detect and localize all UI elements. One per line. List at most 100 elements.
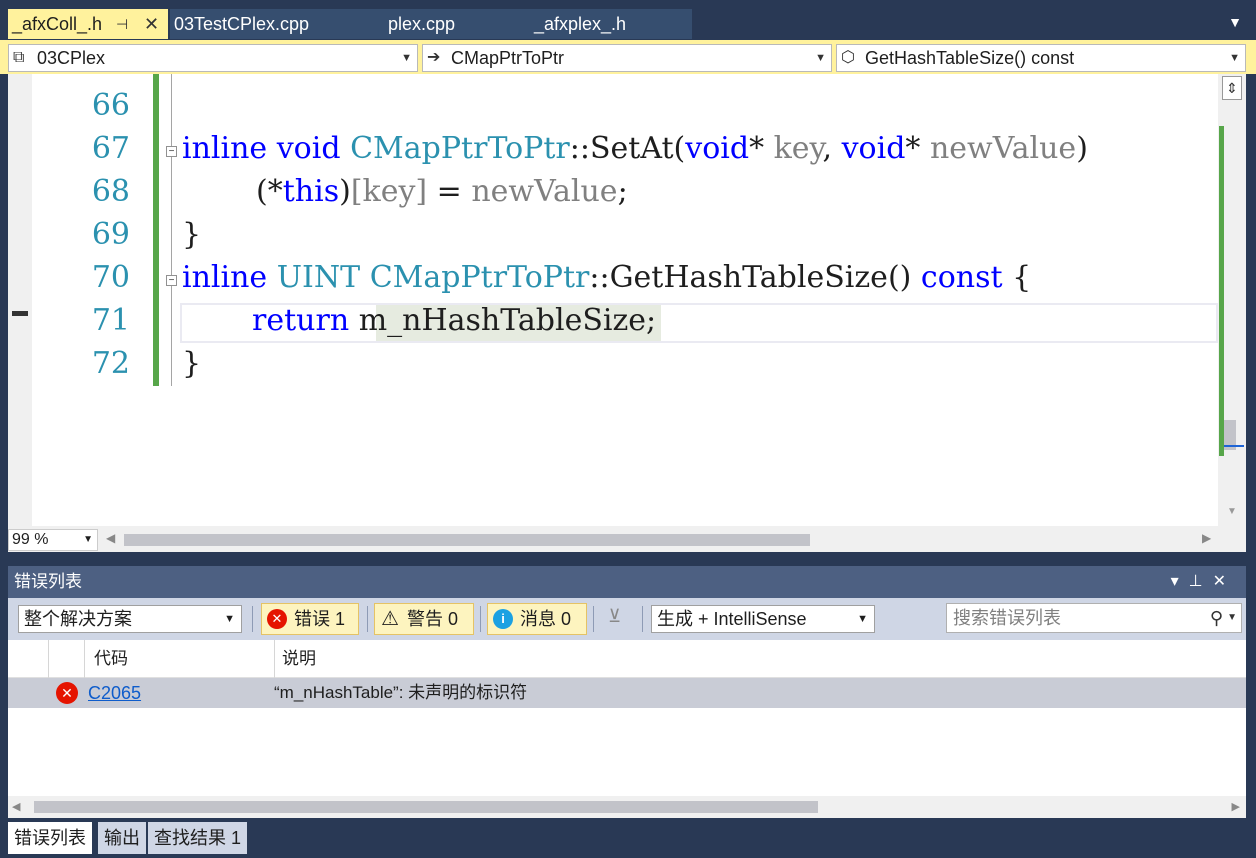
- error-code-link[interactable]: C2065: [88, 678, 141, 708]
- line-number: 67: [91, 131, 130, 166]
- tab-error-list[interactable]: 错误列表: [8, 822, 92, 854]
- code-line-67: inline void CMapPtrToPtr::SetAt(void* ke…: [182, 131, 1088, 166]
- error-list-grid: 代码 说明 ✕ C2065 “m_nHashTable”: 未声明的标识符: [8, 640, 1246, 796]
- zoom-dropdown[interactable]: 99 % ▼: [8, 529, 98, 551]
- horizontal-scroll-thumb[interactable]: [124, 534, 810, 546]
- grid-horizontal-scrollbar[interactable]: ◀ ▶: [8, 796, 1246, 818]
- operator: *: [905, 131, 921, 166]
- indicator-margin: [8, 74, 32, 526]
- punctuation: ;: [646, 303, 657, 338]
- tab-overflow-chevron-icon[interactable]: ▼: [1228, 14, 1242, 30]
- project-icon: ⧉: [13, 49, 25, 66]
- close-icon[interactable]: ✕: [144, 9, 159, 39]
- panel-title: 错误列表: [14, 572, 82, 591]
- horizontal-scroll-thumb[interactable]: [34, 801, 818, 813]
- keyword: void: [841, 131, 906, 166]
- keyword: void: [276, 131, 341, 166]
- tab-label: 03TestCPlex.cpp: [174, 14, 310, 34]
- search-input[interactable]: 搜索错误列表: [953, 608, 1061, 628]
- tool-window-tabs: 错误列表 输出 查找结果 1: [0, 818, 1256, 858]
- line-number: 72: [91, 346, 130, 381]
- class-name: CMapPtrToPtr: [369, 260, 590, 295]
- errors-filter-button[interactable]: ✕ 错误 1: [261, 603, 359, 635]
- column-divider[interactable]: [84, 640, 85, 678]
- function-name: ::SetAt(: [569, 131, 686, 166]
- chevron-down-icon[interactable]: ▼: [1227, 604, 1237, 632]
- split-icon[interactable]: ⇕: [1222, 76, 1242, 100]
- collapse-toggle-icon[interactable]: −: [166, 275, 177, 286]
- chevron-down-icon[interactable]: ▾: [1171, 573, 1189, 590]
- vertical-scrollbar[interactable]: ⇕ ▼: [1218, 74, 1246, 526]
- member-name: GetHashTableSize() const: [865, 48, 1075, 68]
- tab-find-results[interactable]: 查找结果 1: [148, 822, 248, 854]
- search-icon[interactable]: ⚲: [1210, 604, 1223, 632]
- messages-label: 消息 0: [520, 609, 572, 629]
- current-line-marker: [12, 311, 28, 316]
- column-header-code[interactable]: 代码: [94, 640, 128, 678]
- error-description: “m_nHashTable”: 未声明的标识符: [274, 683, 528, 702]
- parameter: [key]: [350, 174, 428, 209]
- panel-controls: ▾⊥✕: [1171, 566, 1236, 598]
- scroll-left-icon[interactable]: ◀: [106, 531, 115, 545]
- clear-filter-icon[interactable]: ⊻: [608, 606, 621, 627]
- punctuation: ,: [822, 131, 842, 166]
- code-editor[interactable]: 66 67 68 69 70 71 72 − − inline void CMa…: [8, 74, 1246, 552]
- tab-afxcoll-h[interactable]: _afxColl_.h ⊣ ✕: [8, 9, 168, 39]
- code-line-70: inline UINT CMapPtrToPtr::GetHashTableSi…: [182, 260, 1031, 295]
- line-number: 68: [91, 174, 130, 209]
- tab-afxplex-h[interactable]: _afxplex_.h: [520, 9, 692, 39]
- punctuation: (*: [256, 174, 283, 209]
- zoom-level: 99 %: [12, 531, 49, 548]
- type-name: UINT: [276, 260, 361, 295]
- collapse-toggle-icon[interactable]: −: [166, 146, 177, 157]
- navigation-bar: ⧉ 03CPlex ▼ ➔ CMapPtrToPtr ▼ ⬡ GetHashTa…: [0, 40, 1256, 74]
- tab-plex-cpp[interactable]: plex.cpp: [370, 9, 520, 39]
- scroll-right-icon[interactable]: ▶: [1232, 800, 1240, 813]
- column-header-description[interactable]: 说明: [282, 640, 316, 678]
- caret-position-marker: [1224, 445, 1244, 447]
- error-list-header: 错误列表 ▾⊥✕: [8, 566, 1246, 598]
- scroll-left-icon[interactable]: ◀: [12, 800, 20, 813]
- line-number: 66: [91, 88, 130, 123]
- tab-label: _afxplex_.h: [534, 14, 627, 34]
- column-divider[interactable]: [274, 640, 275, 678]
- scope-dropdown[interactable]: ➔ CMapPtrToPtr ▼: [422, 44, 832, 72]
- warnings-filter-button[interactable]: ⚠ 警告 0: [374, 603, 474, 635]
- pin-icon[interactable]: ⊣: [116, 9, 128, 39]
- scope-filter-dropdown[interactable]: 整个解决方案 ▼: [18, 605, 242, 633]
- warnings-label: 警告 0: [407, 609, 459, 629]
- messages-filter-button[interactable]: i 消息 0: [487, 603, 587, 635]
- project-dropdown[interactable]: ⧉ 03CPlex ▼: [8, 44, 418, 72]
- chevron-down-icon: ▼: [401, 52, 412, 64]
- tab-03testcplex-cpp[interactable]: 03TestCPlex.cpp: [170, 9, 370, 39]
- tab-label: _afxColl_.h: [12, 14, 103, 34]
- line-numbers: 66 67 68 69 70 71 72: [32, 74, 152, 526]
- keyword: this: [282, 174, 340, 209]
- keyword: const: [920, 260, 1003, 295]
- build-filter-dropdown[interactable]: 生成 + IntelliSense ▼: [651, 605, 875, 633]
- column-divider[interactable]: [48, 640, 49, 678]
- table-row[interactable]: ✕ C2065 “m_nHashTable”: 未声明的标识符: [8, 678, 1246, 708]
- chevron-down-icon: ▼: [857, 613, 868, 625]
- close-icon[interactable]: ✕: [1213, 573, 1236, 590]
- keyword: inline: [182, 131, 268, 166]
- error-list-toolbar: 整个解决方案 ▼ ✕ 错误 1 ⚠ 警告 0 i 消息 0 ⊻ 生成 + Int…: [8, 598, 1246, 640]
- code-text-area[interactable]: inline void CMapPtrToPtr::SetAt(void* ke…: [182, 74, 1218, 526]
- pin-icon[interactable]: ⊥: [1189, 573, 1213, 590]
- line-number: 71: [91, 303, 130, 338]
- line-number: 70: [91, 260, 130, 295]
- keyword: inline: [182, 260, 268, 295]
- tab-label: plex.cpp: [388, 14, 456, 34]
- scroll-right-icon[interactable]: ▶: [1202, 531, 1211, 545]
- member-dropdown[interactable]: ⬡ GetHashTableSize() const ▼: [836, 44, 1246, 72]
- scroll-down-icon[interactable]: ▼: [1227, 506, 1237, 517]
- parameter: key: [773, 131, 823, 166]
- punctuation: {: [1012, 260, 1032, 295]
- scope-filter-value: 整个解决方案: [24, 609, 132, 629]
- editor-bottom-bar: 99 % ▼ ◀ ▶: [8, 526, 1246, 552]
- method-cube-icon: ⬡: [841, 49, 855, 66]
- error-search-box[interactable]: 搜索错误列表 ⚲ ▼: [946, 603, 1242, 633]
- class-name: CMapPtrToPtr: [350, 131, 570, 166]
- tab-output[interactable]: 输出: [98, 822, 146, 854]
- punctuation: ): [1076, 131, 1088, 166]
